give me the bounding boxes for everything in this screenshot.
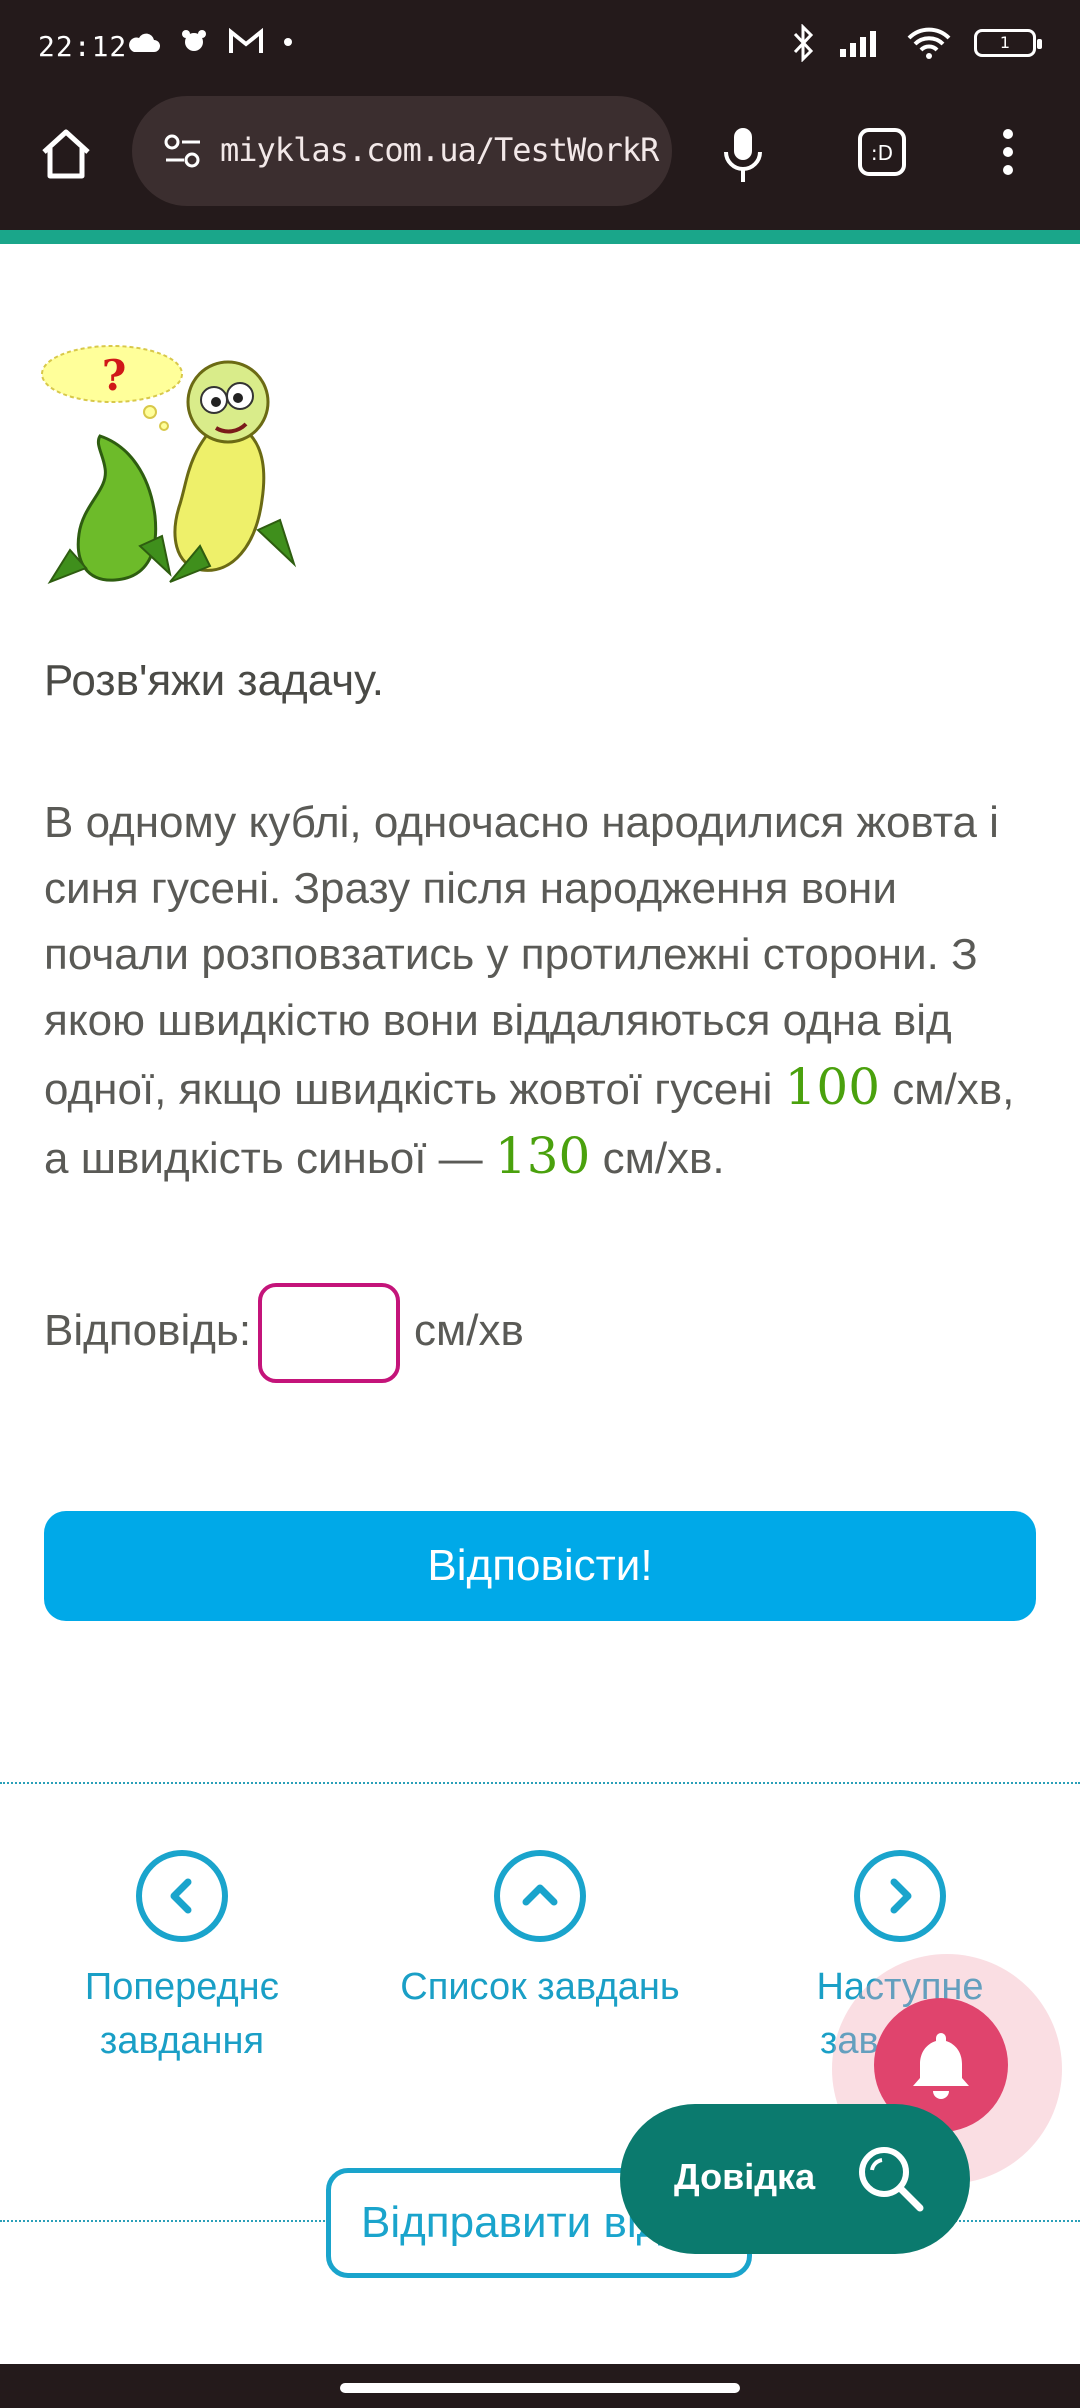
more-notifications-dot-icon bbox=[284, 38, 292, 46]
bluetooth-icon bbox=[793, 24, 814, 62]
more-menu-icon[interactable] bbox=[1000, 126, 1016, 178]
task-list-label: Список завдань bbox=[400, 1966, 680, 2008]
url-text: miyklas.com.ua/TestWorkRu bbox=[220, 131, 660, 169]
help-button[interactable]: Довідка bbox=[620, 2104, 970, 2254]
answer-unit: см/хв bbox=[414, 1306, 524, 1355]
answer-label: Відповідь: bbox=[44, 1306, 252, 1355]
status-time: 22:12 bbox=[38, 30, 128, 63]
status-left-icons bbox=[126, 26, 294, 58]
blue-speed-value: 130 bbox=[494, 1127, 591, 1185]
home-indicator[interactable] bbox=[340, 2383, 740, 2393]
battery-icon: 1 bbox=[974, 29, 1042, 57]
microphone-icon[interactable] bbox=[720, 124, 766, 186]
gmail-icon bbox=[229, 28, 263, 53]
previous-task-label-line2: завдання bbox=[99, 2020, 265, 2062]
status-bar: 22:12 1 bbox=[0, 0, 1080, 96]
site-settings-icon[interactable] bbox=[162, 132, 204, 170]
task-heading: Розв'яжи задачу. bbox=[44, 656, 384, 705]
tabs-icon[interactable]: :D bbox=[856, 126, 908, 178]
task-list-link[interactable]: Список завдань bbox=[380, 1850, 700, 2014]
divider-line bbox=[0, 1782, 1080, 1784]
chevron-left-icon bbox=[136, 1850, 228, 1942]
cloud-icon bbox=[129, 33, 160, 52]
answer-input[interactable] bbox=[258, 1283, 400, 1383]
bell-icon bbox=[913, 2033, 969, 2099]
browser-toolbar: miyklas.com.ua/TestWorkRu :D bbox=[0, 96, 1080, 230]
yellow-speed-value: 100 bbox=[784, 1058, 881, 1116]
help-button-label: Довідка bbox=[674, 2156, 816, 2197]
previous-task-label-line1: Попереднє bbox=[84, 1966, 280, 2008]
address-bar[interactable]: miyklas.com.ua/TestWorkRu bbox=[132, 96, 672, 206]
previous-task-link[interactable]: Попереднє завдання bbox=[62, 1850, 302, 2068]
svg-text::D: :D bbox=[871, 141, 893, 165]
task-text-part3: см/хв. bbox=[590, 1134, 725, 1183]
page-accent-line bbox=[0, 230, 1080, 244]
status-right-icons: 1 bbox=[792, 24, 1042, 62]
search-icon bbox=[859, 2147, 924, 2212]
svg-text:?: ? bbox=[102, 351, 127, 400]
home-icon[interactable] bbox=[38, 126, 94, 182]
chevron-right-icon bbox=[854, 1850, 946, 1942]
app-notification-icon bbox=[182, 30, 206, 51]
chevron-up-icon bbox=[494, 1850, 586, 1942]
submit-answer-button[interactable]: Відповісти! bbox=[44, 1511, 1036, 1621]
wifi-icon bbox=[907, 27, 951, 59]
caterpillars-illustration: ? bbox=[41, 345, 297, 585]
task-text: В одному кублі, одночасно народилися жов… bbox=[44, 790, 1044, 1192]
signal-icon bbox=[840, 31, 876, 57]
